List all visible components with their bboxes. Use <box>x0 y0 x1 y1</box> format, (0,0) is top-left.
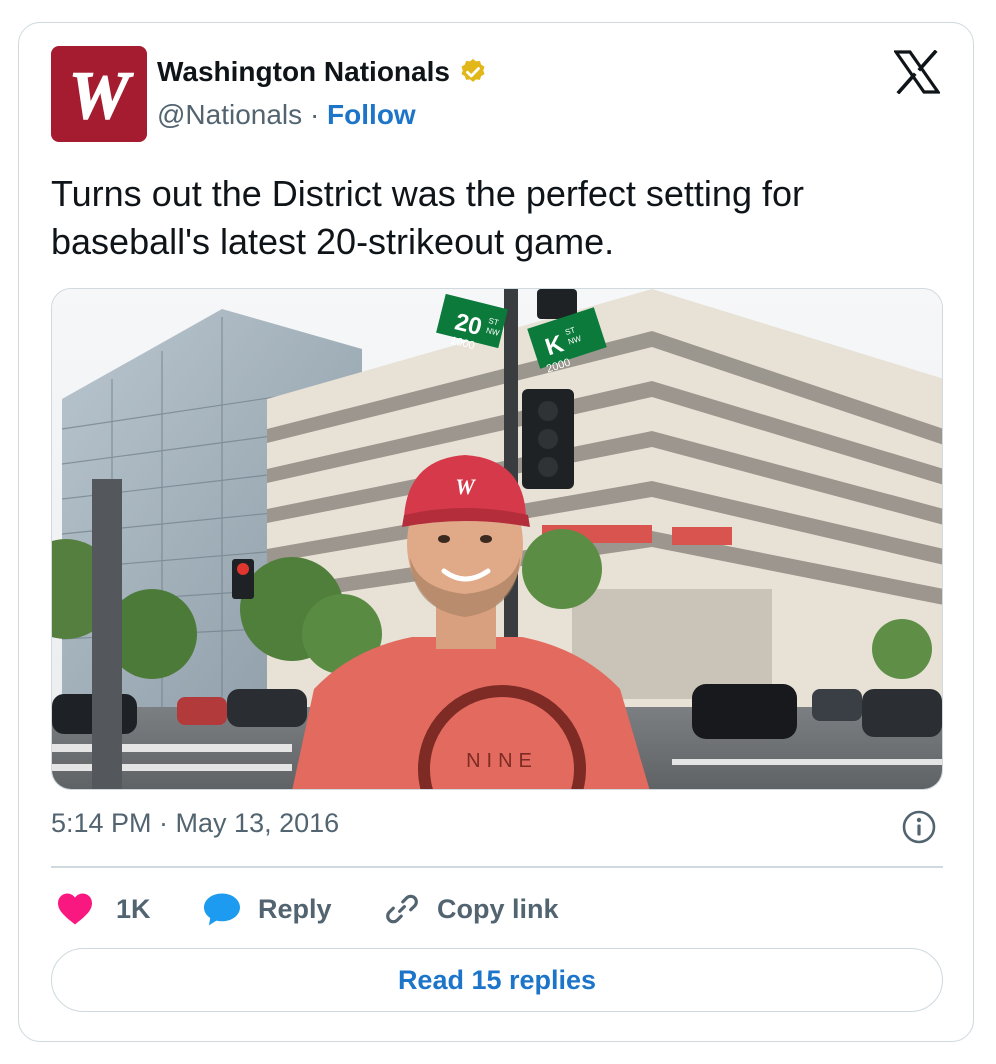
like-button[interactable]: 1K <box>56 885 151 933</box>
read-replies-button[interactable]: Read 15 replies <box>51 948 943 1012</box>
tweet-photo[interactable]: 20 ST NW 1000 K ST NW 2000 W NINE <box>51 288 943 790</box>
tweet-timestamp[interactable]: 5:14 PM · May 13, 2016 <box>51 808 339 839</box>
handle-row: @Nationals · Follow <box>157 99 416 131</box>
handle[interactable]: @Nationals <box>157 99 302 130</box>
tweet-text: Turns out the District was the perfect s… <box>51 173 804 262</box>
street-scene-illustration: 20 ST NW 1000 K ST NW 2000 W NINE <box>52 289 942 789</box>
avatar[interactable]: W <box>51 46 147 142</box>
separator: · <box>309 99 320 130</box>
heart-icon <box>58 893 92 925</box>
reply-label: Reply <box>258 893 332 924</box>
display-name[interactable]: Washington Nationals <box>157 56 450 88</box>
link-icon <box>386 894 418 924</box>
copy-link-label: Copy link <box>437 893 559 924</box>
nationals-logo-icon: W <box>68 56 135 134</box>
like-count: 1K <box>116 893 151 924</box>
divider <box>51 866 943 868</box>
copy-link-button[interactable]: Copy link <box>383 885 559 933</box>
logo-letter: W <box>69 57 134 133</box>
shirt-text: NINE <box>466 750 538 772</box>
x-logo-icon[interactable] <box>894 50 940 94</box>
info-icon[interactable] <box>901 809 937 845</box>
reply-button[interactable]: Reply <box>202 885 332 933</box>
verified-badge-icon <box>461 58 485 82</box>
display-name-row[interactable]: Washington Nationals <box>157 56 488 88</box>
follow-link[interactable]: Follow <box>327 99 416 130</box>
read-replies-label: Read 15 replies <box>397 964 597 995</box>
reply-bubble-icon <box>204 893 240 926</box>
cap-logo: W <box>455 474 476 499</box>
